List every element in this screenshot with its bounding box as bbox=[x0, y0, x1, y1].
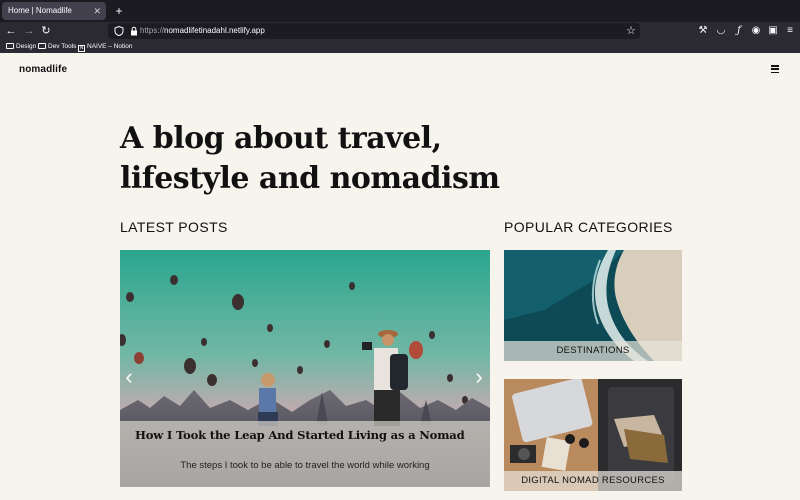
featured-post-caption: How I Took the Leap And Started Living a… bbox=[120, 421, 490, 487]
notion-icon: N bbox=[78, 45, 85, 52]
featured-post-subtitle: The steps I took to be able to travel th… bbox=[180, 460, 430, 471]
hamburger-icon[interactable] bbox=[771, 65, 779, 74]
site-logo[interactable]: nomadlife bbox=[19, 64, 67, 75]
popular-categories-heading: POPULAR CATEGORIES bbox=[504, 219, 673, 235]
function-icon[interactable]: ƒ bbox=[732, 22, 746, 40]
forward-button[interactable]: → bbox=[22, 22, 36, 40]
bookmark-folder-dev-tools[interactable]: Dev Tools bbox=[38, 40, 76, 53]
chevron-left-icon[interactable]: ‹ bbox=[122, 366, 136, 388]
back-button[interactable]: ← bbox=[4, 22, 18, 40]
browser-tab-strip: Home | Nomadlife ✕ + bbox=[0, 0, 800, 22]
url-text: https://nomadlifetinadahl.netlify.app bbox=[140, 23, 265, 39]
bookmark-label: Dev Tools bbox=[48, 43, 77, 50]
pocket-icon[interactable]: ◡ bbox=[714, 22, 728, 40]
bookmark-label: NAIVE – Notion bbox=[87, 43, 133, 50]
wrench-icon[interactable]: ⚒ bbox=[696, 22, 710, 40]
tab-close-icon[interactable]: ✕ bbox=[93, 2, 101, 20]
new-tab-button[interactable]: + bbox=[112, 2, 126, 20]
category-card-digital-nomad-resources[interactable]: DIGITAL NOMAD RESOURCES bbox=[504, 379, 682, 491]
category-label: DESTINATIONS bbox=[504, 341, 682, 361]
folder-icon bbox=[6, 43, 14, 49]
hero-line-1: A blog about travel, bbox=[120, 121, 442, 156]
latest-posts-heading: LATEST POSTS bbox=[120, 219, 228, 235]
web-page: nomadlife A blog about travel, lifestyle… bbox=[0, 53, 800, 500]
lock-icon[interactable] bbox=[129, 26, 139, 36]
tab-title: Home | Nomadlife bbox=[8, 6, 72, 15]
star-icon[interactable]: ☆ bbox=[626, 23, 636, 39]
menu-icon[interactable]: ≡ bbox=[783, 22, 797, 40]
bookmarks-bar: Design Dev Tools N NAIVE – Notion bbox=[0, 40, 800, 53]
hero-heading: A blog about travel, lifestyle and nomad… bbox=[120, 119, 520, 199]
browser-tab[interactable]: Home | Nomadlife ✕ bbox=[2, 2, 106, 20]
shield-icon[interactable] bbox=[114, 26, 124, 36]
chevron-right-icon[interactable]: › bbox=[472, 366, 486, 388]
bookmark-label: Design bbox=[16, 43, 37, 50]
featured-post-card[interactable]: ‹ › How I Took the Leap And Started Livi… bbox=[120, 250, 490, 487]
extension-icon[interactable]: ◉ bbox=[749, 22, 763, 40]
bookmark-folder-design[interactable]: Design bbox=[6, 40, 36, 53]
hero-line-2: lifestyle and nomadism bbox=[120, 161, 500, 196]
featured-post-title[interactable]: How I Took the Leap And Started Living a… bbox=[135, 428, 465, 442]
bookmark-notion[interactable]: N NAIVE – Notion bbox=[78, 40, 133, 53]
address-bar[interactable]: https://nomadlifetinadahl.netlify.app ☆ bbox=[108, 23, 640, 39]
notion-icon[interactable]: ▣ bbox=[766, 22, 780, 40]
folder-icon bbox=[38, 43, 46, 49]
category-card-destinations[interactable]: DESTINATIONS bbox=[504, 250, 682, 361]
browser-toolbar: ← → ↻ https://nomadlifetinadahl.netlify.… bbox=[0, 22, 800, 40]
url-host: nomadlifetinadahl.netlify.app bbox=[164, 26, 265, 35]
url-prefix: https:// bbox=[140, 26, 165, 35]
reload-button[interactable]: ↻ bbox=[39, 22, 53, 40]
category-label: DIGITAL NOMAD RESOURCES bbox=[504, 471, 682, 491]
